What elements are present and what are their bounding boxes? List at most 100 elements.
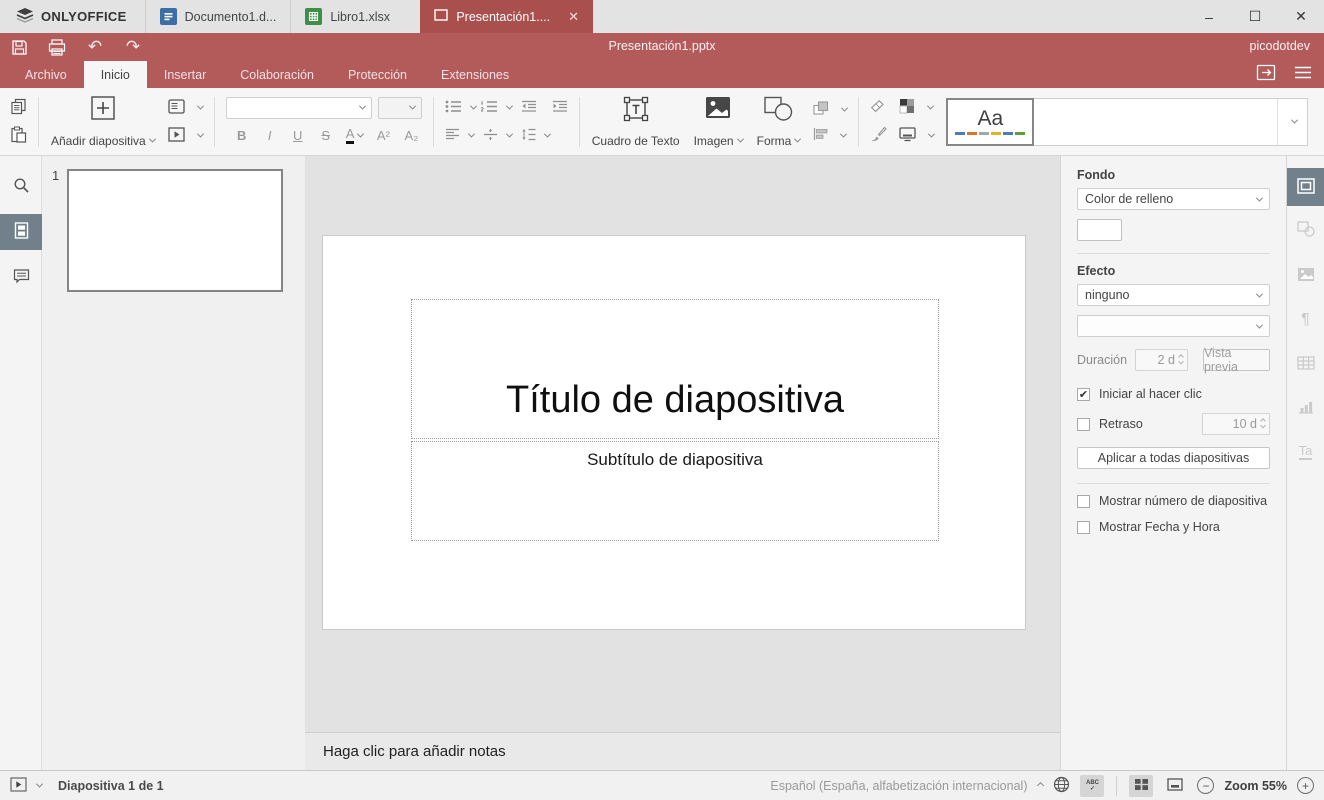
italic-button[interactable]: I	[262, 128, 278, 143]
background-fill-select[interactable]: Color de relleno	[1077, 188, 1270, 210]
slide-view-toggle[interactable]	[1129, 775, 1153, 797]
clear-style-icon[interactable]	[870, 99, 887, 117]
spin-down-icon[interactable]	[1260, 423, 1266, 429]
slide-size-icon[interactable]	[899, 127, 916, 145]
zoom-out-button[interactable]: −	[1197, 777, 1214, 794]
tab-extensiones[interactable]: Extensiones	[424, 61, 526, 88]
superscript-button[interactable]: A²	[375, 128, 391, 143]
align-shape-icon[interactable]	[813, 128, 828, 143]
tab-archivo[interactable]: Archivo	[8, 61, 84, 88]
hamburger-menu-icon[interactable]	[1294, 66, 1312, 82]
chevron-down-icon[interactable]	[840, 131, 847, 138]
chevron-down-icon[interactable]	[506, 103, 513, 110]
show-slide-number-checkbox[interactable]	[1077, 495, 1090, 508]
slides-panel-button[interactable]	[0, 214, 42, 250]
fit-slide-toggle[interactable]	[1163, 775, 1187, 797]
tab-inicio[interactable]: Inicio	[84, 61, 147, 88]
preview-button[interactable]: Vista previa	[1203, 349, 1270, 371]
tab-proteccion[interactable]: Protección	[331, 61, 424, 88]
table-settings-button[interactable]	[1287, 346, 1324, 382]
font-size-combobox[interactable]	[378, 97, 422, 119]
color-scheme-icon[interactable]	[899, 98, 915, 117]
delay-spinner[interactable]: 10 d	[1202, 413, 1270, 435]
maximize-button[interactable]: ☐	[1232, 0, 1278, 33]
arrange-shape-icon[interactable]	[813, 101, 829, 118]
search-button[interactable]	[0, 170, 42, 204]
chevron-down-icon[interactable]	[470, 103, 477, 110]
slide-canvas[interactable]: Título de diapositiva Subtítulo de diapo…	[322, 235, 1026, 630]
chevron-down-icon[interactable]	[197, 131, 204, 138]
chevron-down-icon[interactable]	[36, 781, 43, 788]
copy-style-icon[interactable]	[870, 126, 887, 145]
start-on-click-checkbox[interactable]: ✔	[1077, 388, 1090, 401]
apply-to-all-button[interactable]: Aplicar a todas diapositivas	[1077, 447, 1270, 469]
bullet-list-icon[interactable]	[445, 100, 462, 116]
zoom-in-button[interactable]: +	[1297, 777, 1314, 794]
strikethrough-button[interactable]: S	[318, 128, 334, 143]
tab-libro1[interactable]: Libro1.xlsx	[290, 0, 420, 33]
chevron-down-icon[interactable]	[357, 131, 364, 138]
chevron-down-icon[interactable]	[468, 131, 475, 138]
add-slide-button[interactable]: Añadir diapositiva	[44, 96, 162, 148]
copy-icon[interactable]	[10, 98, 27, 118]
tab-close-icon[interactable]: ✕	[568, 9, 579, 25]
shape-settings-button[interactable]	[1287, 212, 1324, 248]
slide-thumbnail-1[interactable]	[67, 169, 283, 292]
theme-thumbnail-selected[interactable]: Aa	[946, 98, 1034, 146]
change-layout-icon[interactable]	[168, 99, 185, 117]
text-box-button[interactable]: Cuadro de Texto	[585, 96, 687, 148]
delay-checkbox[interactable]	[1077, 418, 1090, 431]
horizontal-align-icon[interactable]	[445, 128, 460, 143]
title-placeholder[interactable]: Título de diapositiva	[411, 299, 939, 439]
duration-spinner[interactable]: 2 d	[1135, 349, 1188, 371]
image-settings-button[interactable]	[1287, 258, 1324, 294]
font-color-button[interactable]: A	[346, 127, 355, 144]
numbered-list-icon[interactable]	[481, 100, 498, 116]
chevron-down-icon[interactable]	[544, 131, 551, 138]
chevron-down-icon[interactable]	[197, 103, 204, 110]
app-logo[interactable]: ONLYOFFICE	[0, 0, 145, 33]
underline-button[interactable]: U	[290, 128, 306, 143]
save-button[interactable]	[0, 34, 38, 60]
paragraph-settings-button[interactable]: ¶	[1287, 302, 1324, 338]
language-selector[interactable]: Español (España, alfabetización internac…	[770, 779, 1043, 793]
bold-button[interactable]: B	[234, 128, 250, 143]
increase-indent-icon[interactable]	[552, 100, 568, 116]
start-slideshow-statusbar-icon[interactable]	[10, 777, 27, 795]
redo-button[interactable]: ↷	[114, 34, 152, 60]
chart-settings-button[interactable]	[1287, 390, 1324, 426]
font-name-combobox[interactable]	[226, 97, 372, 119]
theme-gallery-expand-button[interactable]	[1277, 99, 1307, 145]
shape-button[interactable]: Forma	[750, 96, 808, 148]
decrease-indent-icon[interactable]	[521, 100, 537, 116]
undo-button[interactable]: ↶	[76, 34, 114, 60]
print-button[interactable]	[38, 34, 76, 60]
textart-settings-button[interactable]: Ta	[1287, 434, 1324, 470]
save-copy-icon[interactable]	[1256, 64, 1276, 84]
comments-button[interactable]	[0, 260, 42, 294]
subscript-button[interactable]: A₂	[403, 128, 419, 143]
set-language-globe-icon[interactable]	[1053, 776, 1070, 796]
vertical-align-icon[interactable]	[483, 128, 498, 144]
paste-icon[interactable]	[10, 126, 27, 146]
chevron-down-icon[interactable]	[928, 131, 935, 138]
tab-insertar[interactable]: Insertar	[147, 61, 223, 88]
notes-area[interactable]: Haga clic para añadir notas	[305, 732, 1060, 770]
close-button[interactable]: ✕	[1278, 0, 1324, 33]
tab-colaboracion[interactable]: Colaboración	[223, 61, 331, 88]
spin-down-icon[interactable]	[1178, 359, 1184, 365]
slide-settings-button[interactable]	[1287, 168, 1324, 206]
zoom-level[interactable]: Zoom 55%	[1224, 779, 1287, 793]
tab-documento1[interactable]: Documento1.d...	[145, 0, 291, 33]
chevron-down-icon[interactable]	[841, 105, 848, 112]
spellcheck-toggle[interactable]: ABC✓	[1080, 775, 1104, 797]
chevron-down-icon[interactable]	[506, 131, 513, 138]
effect-select[interactable]: ninguno	[1077, 284, 1270, 306]
fill-color-swatch[interactable]	[1077, 219, 1122, 241]
line-spacing-icon[interactable]	[521, 128, 536, 144]
minimize-button[interactable]: –	[1186, 0, 1232, 33]
subtitle-placeholder[interactable]: Subtítulo de diapositiva	[411, 441, 939, 541]
show-date-time-checkbox[interactable]	[1077, 521, 1090, 534]
effect-type-select[interactable]	[1077, 315, 1270, 337]
chevron-down-icon[interactable]	[927, 103, 934, 110]
